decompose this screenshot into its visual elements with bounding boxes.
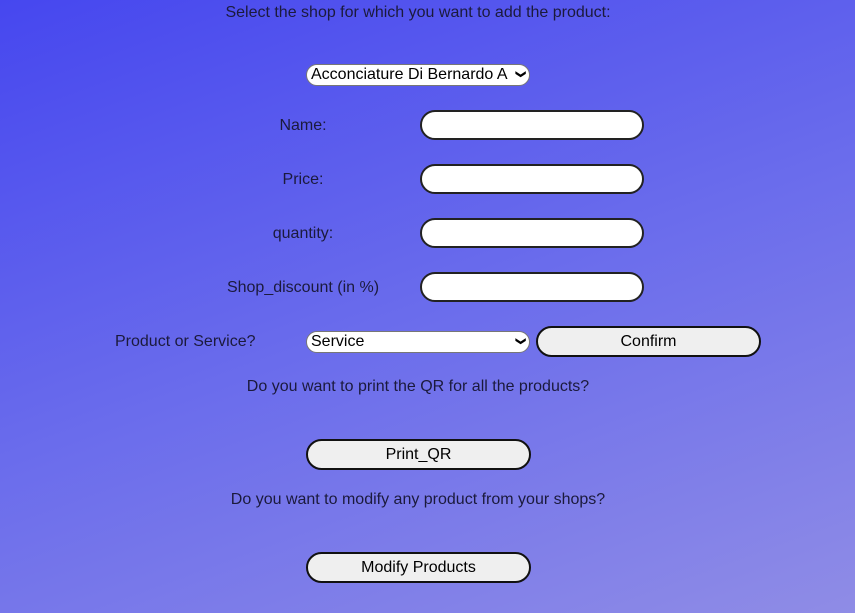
name-label: Name: [279,117,327,134]
qr-question: Do you want to print the QR for all the … [246,378,590,395]
chevron-down-icon: ❯ [515,337,526,346]
price-input[interactable] [420,164,644,194]
shop-select-value: Acconciature Di Bernardo A [311,66,508,83]
modify-question: Do you want to modify any product from y… [230,491,606,508]
type-select[interactable]: Service ❯ [306,331,530,353]
name-input[interactable] [420,110,644,140]
quantity-label: quantity: [272,225,334,242]
chevron-down-icon: ❯ [515,70,526,79]
page-heading: Select the shop for which you want to ad… [225,4,611,21]
price-label: Price: [282,171,324,188]
modify-products-button[interactable]: Modify Products [306,552,531,583]
type-select-value: Service [311,333,365,350]
type-label: Product or Service? [115,333,256,350]
confirm-button[interactable]: Confirm [536,326,761,357]
print-qr-button[interactable]: Print_QR [306,439,531,470]
quantity-input[interactable] [420,218,644,248]
shop-discount-label: Shop_discount (in %) [226,279,380,296]
shop-select[interactable]: Acconciature Di Bernardo A ❯ [306,64,530,86]
shop-discount-input[interactable] [420,272,644,302]
